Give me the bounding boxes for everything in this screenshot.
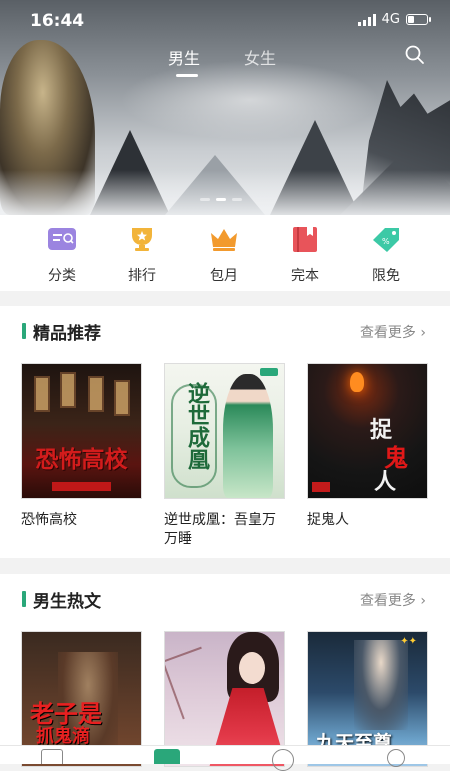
banner-pagination <box>200 198 242 201</box>
svg-text:%: % <box>382 237 390 246</box>
pagination-dot <box>200 198 210 201</box>
compass-icon[interactable] <box>272 749 294 771</box>
tab-male[interactable]: 男生 <box>168 45 200 69</box>
network-label: 4G <box>381 12 400 27</box>
book-cover[interactable]: 恐怖高校 <box>21 363 142 499</box>
hero-banner[interactable]: 16:44 4G 男生 女生 <box>0 0 450 215</box>
section-title: 精品推荐 <box>33 324 101 344</box>
cover-title: 逆世成凰 <box>184 382 209 470</box>
cover-figure <box>223 374 273 498</box>
gender-tabs: 男生 女生 <box>0 40 450 80</box>
book-card[interactable]: 逆世成凰 逆世成凰：吾皇万万睡 <box>164 363 285 549</box>
bottom-nav <box>0 745 450 771</box>
status-indicators: 4G <box>357 12 431 27</box>
section-male-hot: 男生热文 查看更多 › 老子是 抓鬼滴 ✦✦ 九天至尊 <box>0 574 450 767</box>
quick-nav-label: 完本 <box>291 268 319 284</box>
cover-flame <box>350 372 364 392</box>
active-tab-indicator <box>176 74 198 77</box>
book-card[interactable]: 恐怖高校 恐怖高校 <box>21 363 142 530</box>
quick-nav-monthly[interactable]: 包月 <box>189 225 259 285</box>
status-time: 16:44 <box>30 11 85 31</box>
book-title[interactable]: 捉鬼人 <box>307 511 428 530</box>
book-card[interactable]: 捉 鬼 人 捉鬼人 <box>307 363 428 530</box>
see-more-link[interactable]: 查看更多 › <box>360 322 426 342</box>
book-cover[interactable]: 捉 鬼 人 <box>307 363 428 499</box>
bookshelf-icon[interactable] <box>41 749 63 764</box>
profile-icon[interactable] <box>387 749 405 767</box>
cover-title-char: 人 <box>374 470 397 495</box>
quick-nav: 分类 排行 包月 完本 % 限免 <box>0 215 450 291</box>
bookstore-icon[interactable] <box>154 749 180 764</box>
quick-nav-ranking[interactable]: 排行 <box>107 225 177 285</box>
see-more-link[interactable]: 查看更多 › <box>360 590 426 610</box>
quick-nav-category[interactable]: 分类 <box>27 225 97 285</box>
quick-nav-label: 排行 <box>128 268 156 284</box>
cover-title: 恐怖高校 <box>35 447 128 473</box>
category-icon <box>48 228 76 250</box>
crown-icon <box>211 229 237 251</box>
section-title: 男生热文 <box>33 592 101 612</box>
quick-nav-label: 包月 <box>210 268 238 284</box>
battery-icon <box>406 14 431 25</box>
search-icon[interactable] <box>404 44 426 66</box>
book-icon <box>293 227 317 252</box>
battery-level <box>408 16 414 23</box>
section-accent-bar <box>22 591 26 607</box>
quick-nav-completed[interactable]: 完本 <box>270 225 340 285</box>
book-cover[interactable]: 逆世成凰 <box>164 363 285 499</box>
trophy-icon <box>132 228 152 251</box>
quick-nav-label: 分类 <box>48 268 76 284</box>
section-recommended: 精品推荐 查看更多 › 恐怖高校 恐怖高校 逆世成凰 逆世成凰：吾皇万万睡 捉 … <box>0 306 450 558</box>
book-title[interactable]: 恐怖高校 <box>21 511 142 530</box>
quick-nav-free[interactable]: % 限免 <box>351 225 421 285</box>
section-header: 男生热文 查看更多 › <box>0 574 450 622</box>
section-accent-bar <box>22 323 26 339</box>
signal-icon <box>357 13 376 26</box>
book-title[interactable]: 逆世成凰：吾皇万万睡 <box>164 511 285 549</box>
quick-nav-label: 限免 <box>372 268 400 284</box>
status-bar: 16:44 4G <box>0 0 450 40</box>
pagination-dot <box>216 198 226 201</box>
tag-icon: % <box>373 228 399 252</box>
tab-female[interactable]: 女生 <box>244 45 276 69</box>
banner-snow <box>0 170 450 215</box>
pagination-dot <box>232 198 242 201</box>
cover-banner <box>52 482 111 491</box>
section-header: 精品推荐 查看更多 › <box>0 306 450 354</box>
